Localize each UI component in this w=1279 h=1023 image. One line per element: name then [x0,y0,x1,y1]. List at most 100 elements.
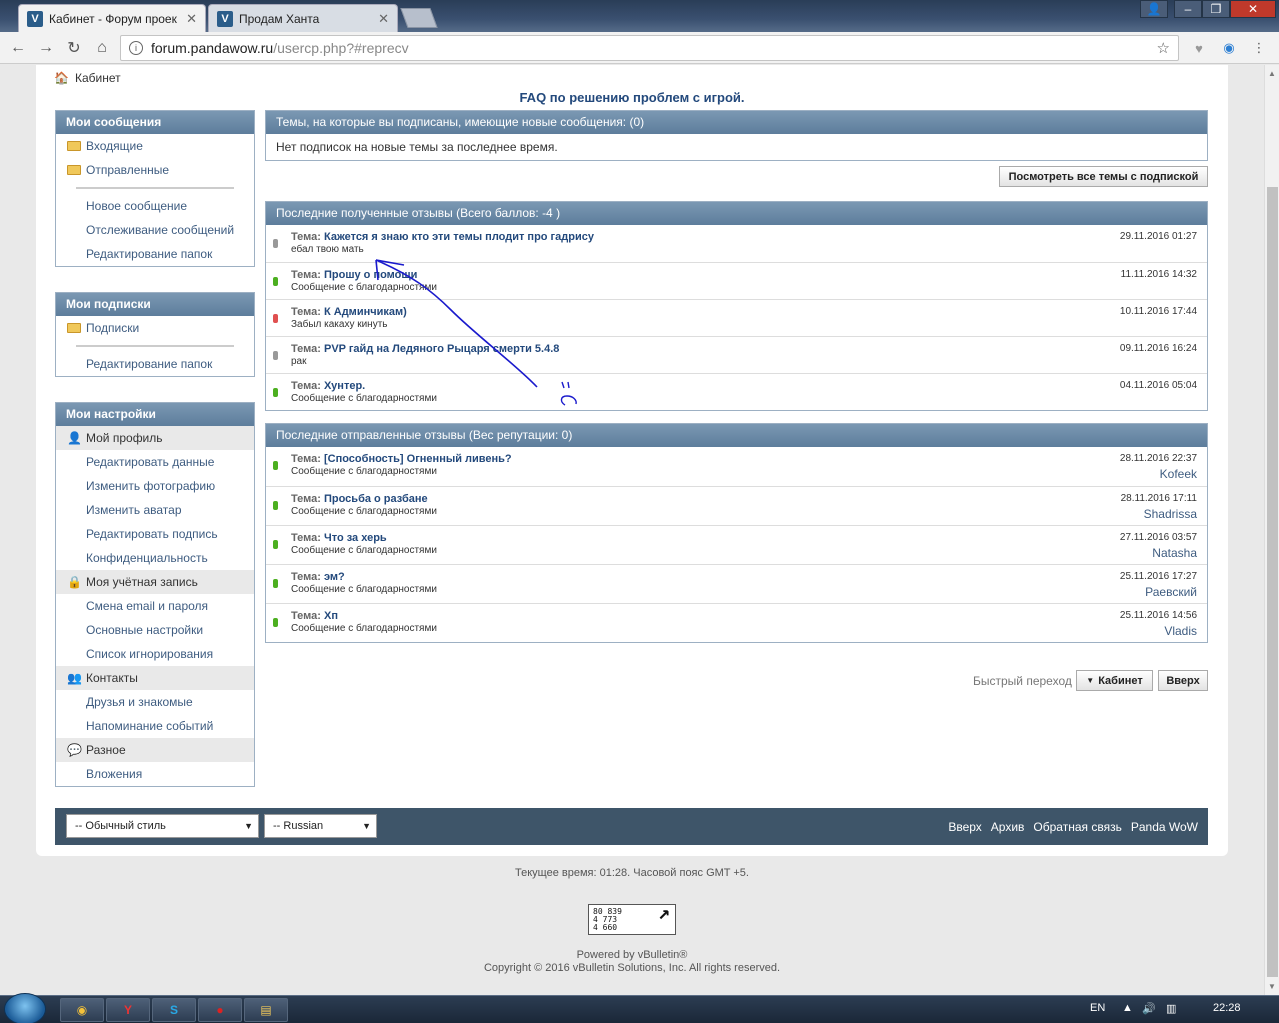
reputation-indicator-icon [273,277,278,286]
home-icon[interactable]: 🏠 [54,71,69,85]
sidebar-category-contacts: 👥 Контакты [56,666,254,690]
menu-icon[interactable]: ⋮ [1250,39,1268,57]
scroll-down-arrow-icon[interactable]: ▼ [1268,982,1276,991]
sidebar-item-subscriptions[interactable]: Подписки [56,316,254,340]
chrome-taskbar-icon[interactable]: ◉ [60,998,104,1022]
sidebar-item-label: Отправленные [86,163,170,177]
reload-icon[interactable]: ↻ [64,38,84,58]
style-select[interactable]: -- Обычный стиль ▼ [66,814,259,838]
feedback-user-link[interactable]: Shadrissa [1144,507,1197,521]
network-icon[interactable]: ▥ [1166,1002,1176,1015]
minimize-icon[interactable]: – [1174,0,1202,18]
topic-link[interactable]: Кажется я знаю кто эти темы плодит про г… [324,231,594,243]
visitor-counter[interactable]: 80 839 4 773 4 660 ↗ [588,902,676,935]
sidebar-item-edit-details[interactable]: Редактировать данные [56,450,254,474]
bookmark-star-icon[interactable]: ☆ [1157,39,1170,57]
sidebar-item-track-messages[interactable]: Отслеживание сообщений [56,218,254,242]
sidebar-item-privacy[interactable]: Конфиденциальность [56,546,254,570]
clock[interactable]: 22:28 [1213,1002,1241,1014]
tray-arrow-icon[interactable]: ▲ [1122,1002,1133,1014]
sidebar-item-edit-folders[interactable]: Редактирование папок [56,352,254,376]
hand-drawn-arrow-annotation [375,259,577,406]
tab-title: Продам Ханта [239,11,320,26]
recorder-taskbar-icon[interactable]: ● [198,998,242,1022]
maximize-icon[interactable]: ❐ [1202,0,1230,18]
windows-start-button[interactable] [4,993,46,1023]
footer-link-feedback[interactable]: Обратная связь [1033,820,1121,834]
sidebar-item-general-settings[interactable]: Основные настройки [56,618,254,642]
user-profile-icon[interactable]: 👤 [1140,0,1168,18]
footer-link-pandawow[interactable]: Panda WoW [1131,820,1198,834]
close-window-icon[interactable]: ✕ [1230,0,1276,18]
breadcrumb: 🏠 Кабинет [54,71,121,85]
sidebar-item-change-photo[interactable]: Изменить фотографию [56,474,254,498]
sidebar-item-attachments[interactable]: Вложения [56,762,254,786]
page-wrapper: 🏠 Кабинет FAQ по решению проблем с игрой… [36,65,1228,856]
sidebar-item-new-message[interactable]: Новое сообщение [56,194,254,218]
top-button[interactable]: Вверх [1158,670,1208,691]
sidebar-item-change-email-password[interactable]: Смена email и пароля [56,594,254,618]
home-icon[interactable]: ⌂ [92,38,112,58]
feedback-user-link[interactable]: Раевский [1145,585,1197,599]
topic-link[interactable]: Хп [324,610,338,622]
language-select[interactable]: -- Russian ▼ [264,814,377,838]
feedback-date: 25.11.2016 14:56 [1119,610,1197,621]
reputation-indicator-icon [273,540,278,549]
topic-link[interactable]: [Способность] Огненный ливень? [324,453,512,465]
explorer-taskbar-icon[interactable]: ▤ [244,998,288,1022]
tab-cabinet[interactable]: V Кабинет - Форум проек ✕ [18,4,206,32]
vbulletin-favicon-icon: V [217,10,233,27]
feedback-user-link[interactable]: Natasha [1152,546,1197,560]
new-tab-button[interactable] [400,8,438,28]
sidebar-item-sent[interactable]: Отправленные [56,158,254,182]
sidebar-item-friends[interactable]: Друзья и знакомые [56,690,254,714]
sidebar-item-ignore-list[interactable]: Список игнорирования [56,642,254,666]
sidebar-item-edit-signature[interactable]: Редактировать подпись [56,522,254,546]
extension-heart-icon[interactable]: ♥ [1190,39,1208,57]
back-arrow-icon[interactable]: ← [8,38,28,58]
yandex-taskbar-icon[interactable]: Y [106,998,150,1022]
quick-nav-cabinet-button[interactable]: ▼ Кабинет [1076,670,1153,691]
sidebar-settings-title: Мои настройки [56,403,254,426]
dropdown-arrow-icon: ▼ [362,821,371,831]
footer-link-top[interactable]: Вверх [948,820,981,834]
sidebar-item-event-reminders[interactable]: Напоминание событий [56,714,254,738]
counter-line: 4 660 [593,923,618,932]
close-tab-icon[interactable]: ✕ [186,11,197,27]
topic-link[interactable]: Хунтер. [324,380,365,392]
topic-link[interactable]: эм? [324,571,345,583]
scroll-up-arrow-icon[interactable]: ▲ [1268,69,1276,78]
language-indicator[interactable]: EN [1090,1002,1105,1014]
topic-prefix: Тема: [291,269,321,281]
faq-link[interactable]: FAQ по решению проблем с игрой. [36,90,1228,105]
current-time-info: Текущее время: 01:28. Часовой пояс GMT +… [515,867,749,879]
close-tab-icon[interactable]: ✕ [378,11,389,27]
feedback-user-link[interactable]: Kofeek [1160,467,1197,481]
sidebar-item-inbox[interactable]: Входящие [56,134,254,158]
footer-link-archive[interactable]: Архив [991,820,1025,834]
sent-feedback-title: Последние отправленные отзывы (Вес репут… [266,424,1207,447]
sidebar-item-edit-folders[interactable]: Редактирование папок [56,242,254,266]
scrollbar-thumb[interactable] [1267,187,1278,977]
breadcrumb-label: Кабинет [74,71,121,85]
topic-link[interactable]: Просьба о разбане [324,493,428,505]
volume-icon[interactable]: 🔊 [1142,1002,1156,1015]
topic-prefix: Тема: [291,453,321,465]
forward-arrow-icon[interactable]: → [36,38,56,58]
skype-taskbar-icon[interactable]: S [152,998,196,1022]
topic-link[interactable]: Что за херь [324,532,387,544]
feedback-user-link[interactable]: Vladis [1164,624,1197,638]
address-bar[interactable]: i forum.pandawow.ru/usercp.php?#reprecv … [120,35,1179,61]
info-icon[interactable]: i [129,41,143,55]
sent-feedback-block: Последние отправленные отзывы (Вес репут… [265,423,1208,643]
view-all-subscriptions-button[interactable]: Посмотреть все темы с подпиской [999,166,1208,187]
extension-shield-icon[interactable]: ◉ [1220,39,1238,57]
divider [56,340,254,352]
tab-prodam-hanta[interactable]: V Продам Ханта ✕ [208,4,398,32]
feedback-date: 25.11.2016 17:27 [1119,571,1197,582]
reputation-indicator-icon [273,618,278,627]
feedback-row: Тема: [Способность] Огненный ливень? Сооб… [266,447,1207,486]
sidebar-item-change-avatar[interactable]: Изменить аватар [56,498,254,522]
vertical-scrollbar[interactable]: ▲ ▼ [1264,65,1279,995]
subscribed-threads-empty: Нет подписок на новые темы за последнее … [276,140,558,154]
